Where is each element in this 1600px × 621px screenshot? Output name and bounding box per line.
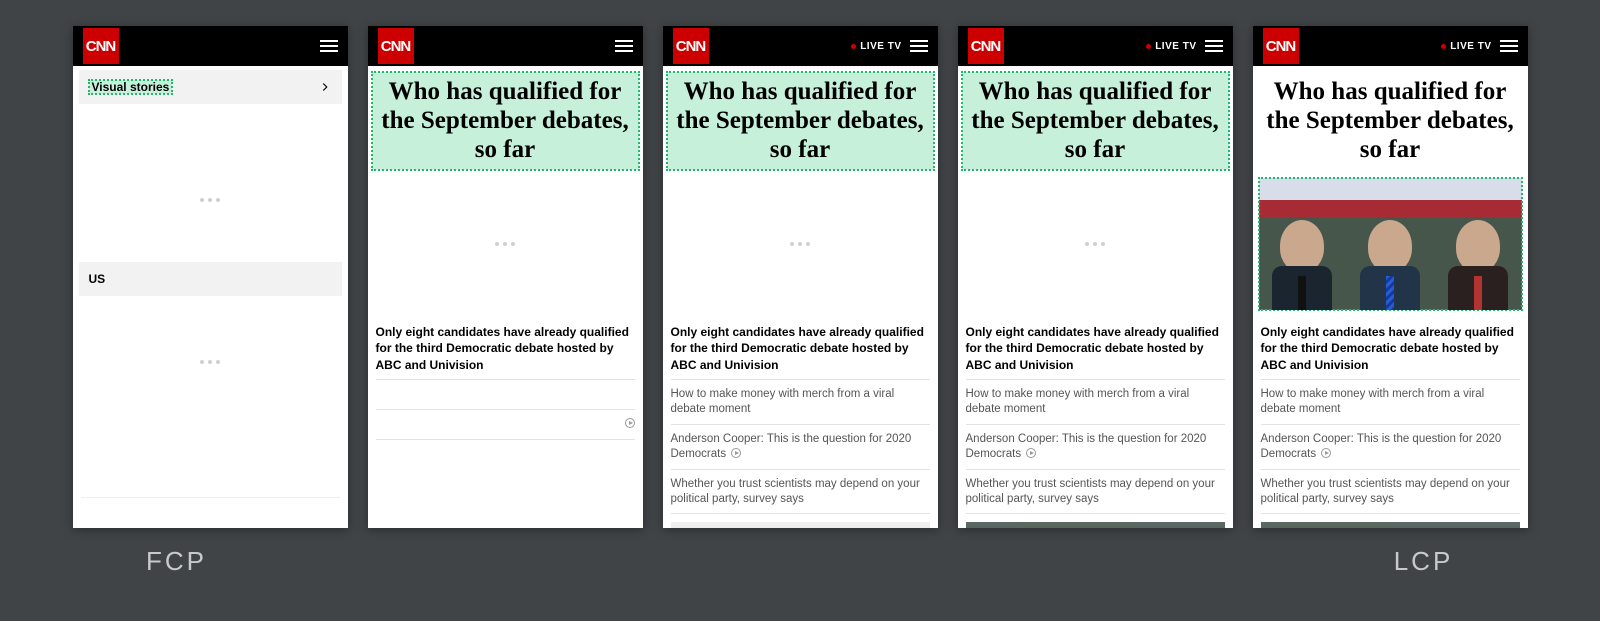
- hero-image[interactable]: [1259, 178, 1522, 310]
- hero-image-placeholder: [964, 178, 1227, 310]
- article-headline[interactable]: Who has qualified for the September deba…: [962, 72, 1229, 170]
- list-item[interactable]: Anderson Cooper: This is the question fo…: [1261, 424, 1520, 469]
- section-label: US: [89, 272, 106, 286]
- list-item[interactable]: How to make money with merch from a vira…: [966, 379, 1225, 424]
- article-summary[interactable]: Only eight candidates have already quali…: [368, 318, 643, 379]
- menu-icon[interactable]: [910, 40, 928, 52]
- list-item[interactable]: Whether you trust scientists may depend …: [966, 469, 1225, 515]
- brand-logo[interactable]: CNN: [968, 28, 1004, 64]
- play-icon: [731, 448, 741, 458]
- navbar: CNN LIVE TV: [663, 26, 938, 66]
- list-item[interactable]: [376, 409, 635, 440]
- list-item[interactable]: Whether you trust scientists may depend …: [1261, 469, 1520, 515]
- secondary-image-placeholder: [671, 522, 930, 528]
- list-item[interactable]: Anderson Cooper: This is the question fo…: [671, 424, 930, 469]
- menu-icon[interactable]: [1205, 40, 1223, 52]
- article-summary[interactable]: Only eight candidates have already quali…: [958, 318, 1233, 379]
- article-headline[interactable]: Who has qualified for the September deba…: [667, 72, 934, 170]
- secondary-image: [966, 522, 1225, 528]
- frame-1-fcp: CNN Visual stories US: [73, 26, 348, 528]
- article-headline[interactable]: Who has qualified for the September deba…: [372, 72, 639, 170]
- loading-dots-icon: [495, 218, 515, 270]
- brand-logo[interactable]: CNN: [673, 28, 709, 64]
- hero-image-placeholder: [374, 178, 637, 310]
- filmstrip: CNN Visual stories US CNN: [35, 26, 1565, 528]
- timeline-labels: FCP LCP: [35, 528, 1565, 577]
- frame-3: CNN LIVE TV Who has qualified for the Se…: [663, 26, 938, 528]
- loading-dots-icon: [73, 336, 348, 388]
- frame-5-lcp: CNN LIVE TV Who has qualified for the Se…: [1253, 26, 1528, 528]
- menu-icon[interactable]: [615, 40, 633, 52]
- section-visual-stories[interactable]: Visual stories: [79, 70, 342, 104]
- hero-image-placeholder: [669, 178, 932, 310]
- list-item[interactable]: How to make money with merch from a vira…: [1261, 379, 1520, 424]
- frame-2: CNN Who has qualified for the September …: [368, 26, 643, 528]
- live-tv-button[interactable]: LIVE TV: [1441, 41, 1491, 52]
- brand-logo[interactable]: CNN: [378, 28, 414, 64]
- related-links: How to make money with merch from a vira…: [958, 379, 1233, 515]
- article-headline[interactable]: Who has qualified for the September deba…: [1257, 72, 1524, 170]
- article-summary[interactable]: Only eight candidates have already quali…: [663, 318, 938, 379]
- frame-4: CNN LIVE TV Who has qualified for the Se…: [958, 26, 1233, 528]
- play-icon: [625, 418, 635, 428]
- lcp-label: LCP: [1286, 546, 1561, 577]
- live-dot-icon: [1146, 44, 1151, 49]
- brand-logo[interactable]: CNN: [83, 28, 119, 64]
- live-tv-button[interactable]: LIVE TV: [851, 41, 901, 52]
- menu-icon[interactable]: [1500, 40, 1518, 52]
- live-dot-icon: [1441, 44, 1446, 49]
- loading-dots-icon: [73, 174, 348, 226]
- play-icon: [1026, 448, 1036, 458]
- play-icon: [1321, 448, 1331, 458]
- fcp-label: FCP: [39, 546, 314, 577]
- loading-dots-icon: [1085, 218, 1105, 270]
- navbar: CNN: [73, 26, 348, 66]
- article-summary[interactable]: Only eight candidates have already quali…: [1253, 318, 1528, 379]
- list-item[interactable]: How to make money with merch from a vira…: [671, 379, 930, 424]
- navbar: CNN: [368, 26, 643, 66]
- list-item[interactable]: Whether you trust scientists may depend …: [671, 469, 930, 515]
- related-links: How to make money with merch from a vira…: [663, 379, 938, 515]
- section-us[interactable]: US: [79, 262, 342, 296]
- navbar: CNN LIVE TV: [1253, 26, 1528, 66]
- brand-logo[interactable]: CNN: [1263, 28, 1299, 64]
- live-dot-icon: [851, 44, 856, 49]
- section-label: Visual stories: [89, 80, 173, 94]
- related-links: [368, 379, 643, 440]
- loading-dots-icon: [790, 218, 810, 270]
- live-tv-button[interactable]: LIVE TV: [1146, 41, 1196, 52]
- navbar: CNN LIVE TV: [958, 26, 1233, 66]
- chevron-right-icon: [318, 80, 332, 94]
- secondary-image: [1261, 522, 1520, 528]
- related-links: How to make money with merch from a vira…: [1253, 379, 1528, 515]
- list-item[interactable]: Anderson Cooper: This is the question fo…: [966, 424, 1225, 469]
- list-item[interactable]: [376, 379, 635, 409]
- menu-icon[interactable]: [320, 40, 338, 52]
